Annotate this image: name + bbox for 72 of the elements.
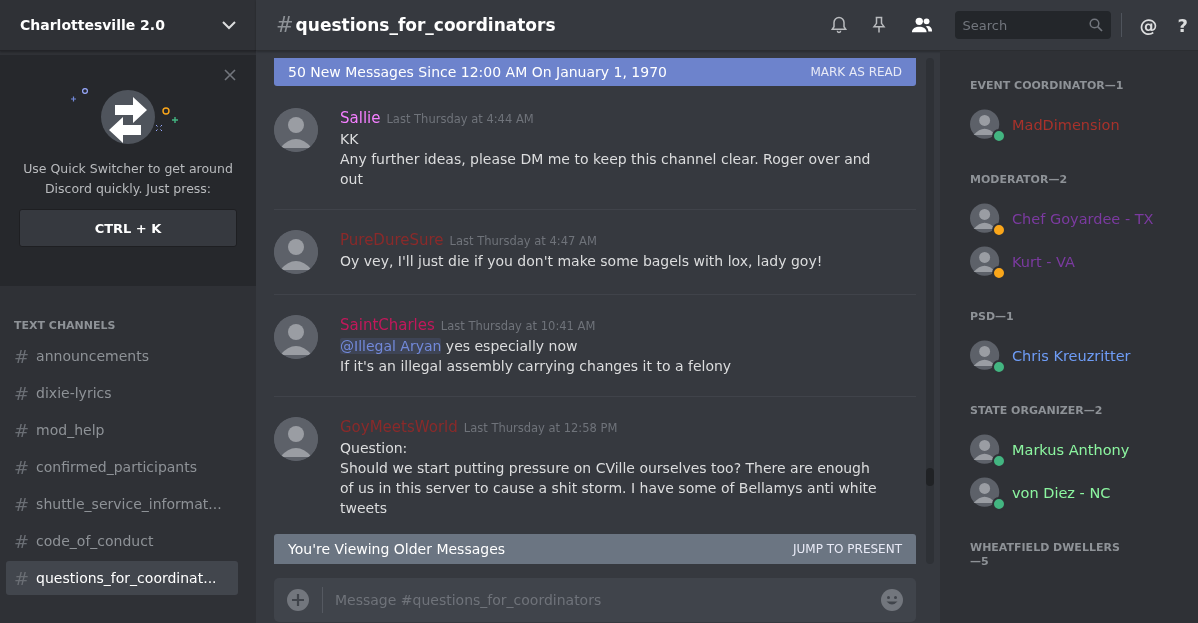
older-messages-text: You're Viewing Older Messages — [288, 541, 506, 557]
avatar[interactable] — [274, 417, 318, 461]
timestamp: Last Thursday at 12:58 PM — [463, 420, 618, 437]
message-text: KK — [340, 130, 360, 149]
new-messages-text: 50 New Messages Since 12:00 AM On January 1, 1970 — [288, 64, 667, 80]
member-avatar[interactable] — [970, 108, 1002, 141]
channel-name: shuttle_service_informat... — [36, 496, 222, 512]
channel-item[interactable]: # code_of_conduct — [6, 524, 238, 558]
channel-name: code_of_conduct — [36, 533, 154, 549]
scrollbar[interactable] — [926, 58, 934, 564]
message-text: Question: — [340, 439, 409, 458]
channel-name: dixie-lyrics — [36, 385, 112, 401]
message-text: Any further ideas, please DM me to keep this channel clear. Roger over and out — [340, 150, 872, 189]
timestamp: Last Thursday at 10:41 AM — [440, 318, 596, 335]
jump-to-present-button[interactable]: JUMP TO PRESENT — [793, 542, 902, 556]
mentions-icon[interactable]: @ — [1139, 14, 1158, 36]
hash-icon: # — [14, 530, 30, 552]
member-name[interactable]: Markus Anthony — [1012, 441, 1130, 458]
category-label: TEXT CHANNELS — [14, 319, 117, 332]
avatar[interactable] — [274, 315, 318, 359]
channel-item[interactable]: # confirmed_participants — [6, 450, 238, 484]
role-heading: MODERATOR—2 — [970, 173, 1069, 187]
role-heading: EVENT COORDINATOR—1 — [970, 79, 1125, 93]
message-text: Should we start putting pressure on CVille ourselves too? There are enough of us in this server to cause a shit storm. I have some of Bellamys anti white tweets — [340, 459, 878, 518]
member-avatar[interactable] — [970, 433, 1002, 466]
member-avatar[interactable] — [970, 476, 1002, 509]
channel-title: questions_for_coordinators — [295, 15, 557, 35]
channel-name: mod_help — [36, 422, 105, 438]
member-avatar[interactable] — [970, 245, 1002, 278]
hash-icon: # — [14, 493, 30, 515]
channel-item[interactable]: # shuttle_service_informat... — [6, 487, 238, 521]
member-avatar[interactable] — [970, 202, 1002, 235]
shortcut-button[interactable]: CTRL + K — [19, 209, 237, 247]
role-heading: PSD—1 — [970, 310, 1015, 324]
message-text: If it's an illegal assembly carrying changes it to a felony — [340, 357, 732, 376]
member-name[interactable]: Chris Kreuzritter — [1012, 347, 1131, 364]
user-mention[interactable]: @Illegal Aryan — [340, 338, 442, 354]
search-icon — [1088, 18, 1103, 32]
hash-icon: # — [14, 456, 30, 478]
help-icon[interactable]: ? — [1177, 14, 1188, 36]
channel-name: announcements — [36, 348, 149, 364]
channel-name: confirmed_participants — [36, 459, 197, 475]
message-text: Oy vey, I'll just die if you don't make some bagels with lox, lady goy! — [340, 252, 823, 271]
avatar[interactable] — [274, 108, 318, 152]
chevron-down-icon[interactable] — [222, 20, 236, 30]
close-icon[interactable] — [224, 69, 236, 81]
author-name[interactable]: Sallie — [340, 108, 381, 128]
hash-icon: # — [14, 567, 30, 589]
channel-item[interactable]: # dixie-lyrics — [6, 376, 238, 410]
mark-as-read-button[interactable]: MARK AS READ — [810, 65, 902, 79]
role-heading: STATE ORGANIZER—2 — [970, 404, 1104, 418]
hash-icon: # — [14, 345, 30, 367]
hash-icon: # — [276, 13, 294, 37]
member-name[interactable]: von Diez - NC — [1012, 484, 1111, 501]
search-placeholder: Search — [962, 17, 1008, 33]
channel-name: questions_for_coordinat... — [36, 570, 217, 586]
search-field[interactable]: Search — [954, 11, 1111, 39]
timestamp: Last Thursday at 4:44 AM — [386, 111, 534, 128]
channel-item[interactable]: # mod_help — [6, 413, 238, 447]
timestamp: Last Thursday at 4:47 AM — [449, 233, 597, 250]
hash-icon: # — [14, 382, 30, 404]
role-heading: WHEATFIELD DWELLERS—5 — [970, 541, 1121, 569]
channel-item[interactable]: # questions_for_coordinat... — [6, 561, 238, 595]
hash-icon: # — [14, 419, 30, 441]
avatar[interactable] — [274, 230, 318, 274]
channel-item[interactable]: # announcements — [6, 339, 238, 373]
message-text: @Illegal Aryan yes especially now — [340, 337, 579, 356]
server-name: Charlottesville 2.0 — [20, 17, 165, 33]
member-avatar[interactable] — [970, 339, 1002, 372]
server-header[interactable]: Charlottesville 2.0 — [0, 0, 256, 51]
quick-switcher-hint: Use Quick Switcher to get around Discord quickly. Just press: — [22, 160, 234, 198]
bell-icon[interactable] — [828, 15, 849, 35]
